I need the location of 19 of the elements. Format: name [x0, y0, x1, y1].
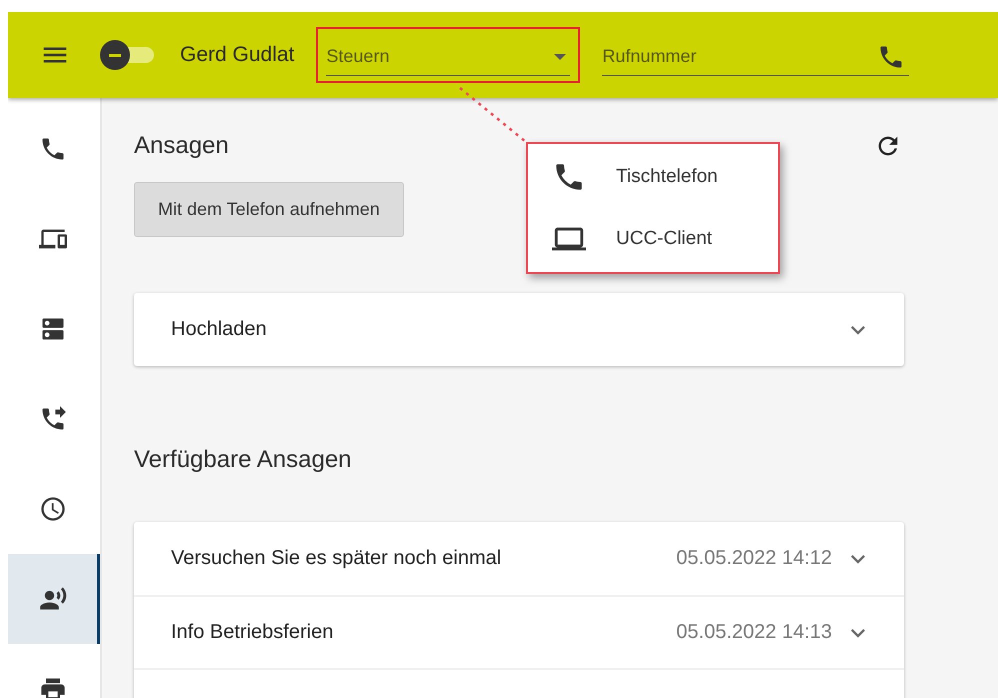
caret-down-icon[interactable] [554, 54, 566, 60]
announcement-name: Versuchen Sie es später noch einmal [171, 547, 502, 570]
announcement-date: 05.05.2022 14:12 [676, 547, 832, 570]
highlight-frame[interactable]: Steuern [316, 27, 580, 83]
clock-icon [38, 495, 66, 523]
leader-line [460, 88, 526, 142]
announcement-date: 05.05.2022 14:13 [676, 621, 832, 644]
sidebar-item[interactable] [8, 554, 100, 644]
record-with-phone-button[interactable]: Mit dem Telefon aufnehmen [134, 182, 404, 237]
section-title: Verfügbare Ansagen [134, 446, 353, 474]
menu-item[interactable]: Tischtelefon [528, 146, 778, 208]
menu-item[interactable]: UCC-Client [528, 208, 778, 270]
upload-panel[interactable]: Hochladen [134, 293, 904, 366]
phone-number-field[interactable]: Rufnummer [602, 38, 874, 76]
announcement-name: Info Betriebsferien [171, 621, 334, 644]
panel-title: Hochladen [171, 318, 268, 341]
user-name: Gerd Gudlat [180, 43, 294, 67]
control-select[interactable]: Steuern [326, 38, 550, 76]
page-title: Ansagen [134, 132, 229, 160]
